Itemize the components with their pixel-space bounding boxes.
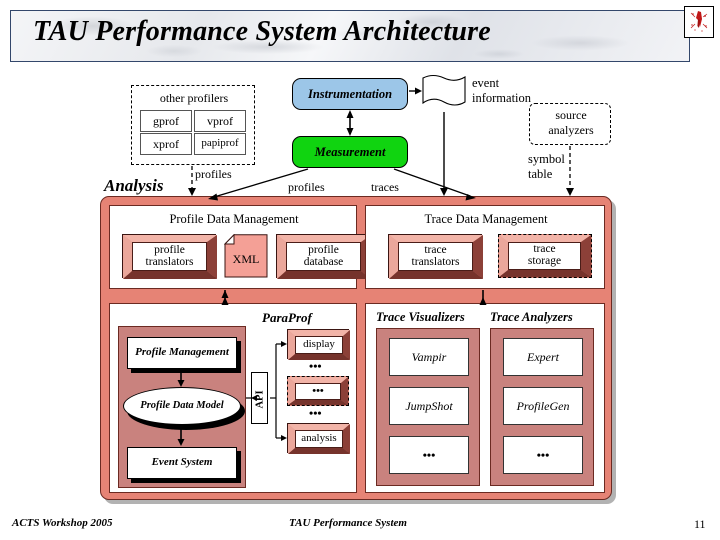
trace-data-management-panel: Trace Data Management trace translators (365, 205, 605, 289)
red-splatter-logo-icon (684, 6, 714, 38)
profile-translators-text2: translators (145, 255, 194, 268)
profile-database-line2: database (303, 255, 344, 268)
profiler-vprof[interactable]: vprof (194, 110, 246, 132)
page-title: TAU Performance System Architecture (33, 16, 491, 47)
title-band: TAU Performance System Architecture (10, 10, 690, 62)
source-analyzers-line1: source (555, 108, 587, 122)
tool-jumpshot[interactable]: JumpShot (389, 387, 469, 425)
source-analyzers-line2: analyzers (548, 123, 594, 137)
trace-storage-line2: storage (527, 255, 562, 267)
profile-database-line1: profile (308, 243, 339, 256)
trace-visualizers-title: Trace Visualizers (376, 310, 465, 324)
trace-visualizers-group: Vampir JumpShot ••• (376, 328, 480, 486)
profiler-xprof[interactable]: xprof (140, 133, 192, 155)
other-profilers-group: other profilers gprof vprof xprof papipr… (131, 85, 255, 165)
profiler-gprof[interactable]: gprof (140, 110, 192, 132)
event-information-label-line1: event (472, 76, 500, 90)
footer-left: ACTS Workshop 2005 (12, 517, 113, 529)
edge-label-profiles-mid: profiles (288, 180, 325, 194)
trace-tools-panel: Trace Visualizers Trace Analyzers Vampir… (365, 303, 605, 493)
trace-translators-line2: translators (411, 255, 460, 268)
analysis-label: Analysis (104, 176, 164, 195)
symbol-table-line1: symbol (528, 152, 565, 166)
symbol-table-line2: table (528, 167, 553, 181)
measurement-box[interactable]: Measurement (292, 136, 408, 168)
event-info-flag-icon (420, 72, 468, 110)
other-profilers-title: other profilers (159, 91, 229, 105)
trace-analyzers-title: Trace Analyzers (490, 310, 573, 324)
xml-document-box[interactable]: XML (224, 234, 268, 278)
tool-profilegen[interactable]: ProfileGen (503, 387, 583, 425)
event-information-label-line2: information (472, 91, 532, 105)
trace-translators-box[interactable]: trace translators (388, 234, 483, 279)
trace-data-management-title: Trace Data Management (424, 212, 548, 226)
tool-visualizers-ellipsis[interactable]: ••• (389, 436, 469, 474)
tool-analyzers-ellipsis[interactable]: ••• (503, 436, 583, 474)
trace-translators-line1: trace (424, 243, 447, 256)
profile-translators-box[interactable]: profile translators profile translators (122, 234, 217, 279)
profile-data-management-title: Profile Data Management (169, 212, 299, 226)
xml-label: XML (232, 251, 260, 266)
profile-database-box[interactable]: profile database (276, 234, 371, 279)
paraprof-panel: ParaProf Profile Management Profile Data… (109, 303, 357, 493)
source-analyzers-box: source analyzers (529, 103, 611, 145)
tool-vampir[interactable]: Vampir (389, 338, 469, 376)
profiler-papiprof[interactable]: papiprof (194, 133, 246, 155)
profile-data-management-panel: Profile Data Management profile translat… (109, 205, 371, 289)
footer-center: TAU Performance System (289, 517, 407, 529)
tool-expert[interactable]: Expert (503, 338, 583, 376)
analysis-frame: Profile Data Management profile translat… (100, 196, 612, 500)
trace-analyzers-group: Expert ProfileGen ••• (490, 328, 594, 486)
edge-label-profiles-left: profiles (195, 167, 232, 181)
footer-page-number: 11 (694, 517, 706, 531)
instrumentation-box[interactable]: Instrumentation (292, 78, 408, 110)
edge-label-traces: traces (371, 180, 399, 194)
slide-canvas: TAU Performance System Architecture othe… (0, 0, 720, 540)
trace-storage-box[interactable]: trace storage (498, 234, 592, 278)
logo-svg (690, 11, 708, 32)
profile-translators-text1: profile (154, 243, 185, 256)
